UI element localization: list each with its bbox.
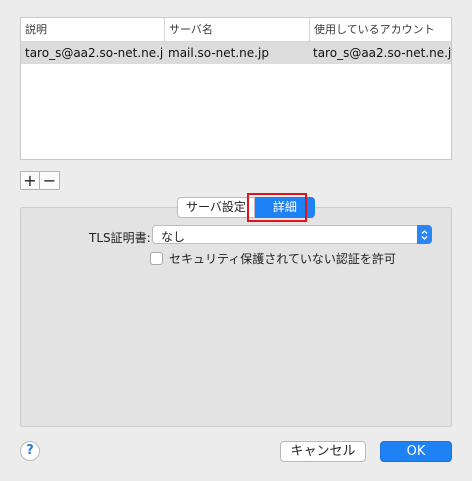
ok-button[interactable]: OK [380,441,452,462]
chevron-updown-icon [417,225,432,244]
insecure-auth-checkbox[interactable] [150,252,163,265]
cell-account-in-use: taro_s@aa2.so-net.ne.jp [313,46,451,60]
accounts-table[interactable]: 説明 サーバ名 使用しているアカウント taro_s@aa2.so-net.ne… [20,17,452,160]
tls-certificate-value: なし [161,230,186,244]
tls-certificate-select[interactable]: なし [152,225,432,244]
column-header-description[interactable]: 説明 [21,18,164,41]
cell-server-name: mail.so-net.ne.jp [168,46,269,60]
add-button[interactable]: + [20,171,40,190]
column-header-account-in-use[interactable]: 使用しているアカウント [309,18,451,41]
annotation-highlight-box [247,193,307,222]
tab-server-settings[interactable]: サーバ設定 [177,197,255,218]
add-remove-control: + − [20,171,60,190]
insecure-auth-label: セキュリティ保護されていない認証を許可 [169,252,396,266]
remove-button[interactable]: − [40,171,60,190]
cancel-button[interactable]: キャンセル [280,441,366,462]
insecure-auth-option[interactable]: セキュリティ保護されていない認証を許可 [150,250,396,267]
column-header-server-name[interactable]: サーバ名 [164,18,309,41]
tls-certificate-label: TLS証明書: [89,231,151,245]
help-icon[interactable]: ? [20,441,40,461]
cell-description: taro_s@aa2.so-net.ne.jp [25,46,164,60]
table-row[interactable]: taro_s@aa2.so-net.ne.jp mail.so-net.ne.j… [21,42,451,64]
table-header: 説明 サーバ名 使用しているアカウント [21,18,451,42]
